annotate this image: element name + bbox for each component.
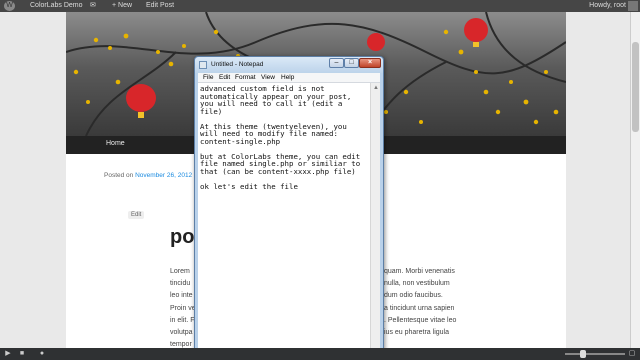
maximize-icon[interactable]: □ bbox=[344, 58, 359, 68]
notepad-titlebar[interactable]: Untitled - Notepad – □ × bbox=[195, 57, 383, 73]
volume-slider-knob[interactable] bbox=[580, 350, 586, 358]
notepad-title: Untitled - Notepad bbox=[211, 61, 264, 68]
edit-post-link[interactable]: Edit bbox=[128, 211, 145, 219]
stop-icon[interactable]: ■ bbox=[18, 350, 26, 358]
admin-bar-new[interactable]: + New bbox=[112, 0, 132, 12]
admin-bar-howdy[interactable]: Howdy, root bbox=[589, 0, 626, 12]
notepad-text-line: content-single.php bbox=[200, 136, 281, 146]
comments-icon[interactable]: ✉ bbox=[90, 0, 96, 12]
media-control-bar: ▶ ■ ● ▢ bbox=[0, 348, 640, 360]
minimize-icon[interactable]: – bbox=[329, 58, 344, 68]
menu-help[interactable]: Help bbox=[281, 73, 294, 83]
admin-bar-site-name[interactable]: ColorLabs Demo bbox=[30, 0, 83, 12]
wordpress-logo-icon[interactable]: W bbox=[4, 1, 15, 11]
admin-bar-edit-post[interactable]: Edit Post bbox=[146, 0, 174, 12]
volume-slider-track[interactable] bbox=[565, 353, 625, 355]
page-scrollbar[interactable] bbox=[630, 12, 640, 348]
admin-bar: W ColorLabs Demo ✉ + New Edit Post Howdy… bbox=[0, 0, 640, 12]
posted-on-label: Posted on bbox=[104, 172, 136, 179]
play-icon[interactable]: ▶ bbox=[4, 350, 12, 358]
notepad-text-line: that (can be content-xxxx.php file) bbox=[200, 166, 356, 176]
post-meta: Posted on November 26, 2012 bbox=[104, 172, 192, 179]
page-scrollbar-thumb[interactable] bbox=[632, 42, 639, 132]
post-body-right-line: nulla, non vestibulum bbox=[384, 280, 450, 288]
post-body-right-line: ius eu pharetra ligula bbox=[384, 329, 449, 337]
notepad-text-area[interactable]: advanced custom field is not automatical… bbox=[198, 83, 370, 360]
nav-home-link[interactable]: Home bbox=[106, 140, 125, 147]
notepad-scrollbar[interactable]: ▲ bbox=[370, 83, 380, 360]
menu-view[interactable]: View bbox=[261, 73, 275, 83]
notepad-text-line: you will need to call it (edit a bbox=[200, 99, 343, 108]
volume-icon[interactable]: ● bbox=[38, 350, 46, 358]
notepad-icon bbox=[199, 61, 207, 69]
menu-format[interactable]: Format bbox=[235, 73, 256, 83]
post-date-link[interactable]: November 26, 2012 bbox=[135, 172, 192, 179]
close-icon[interactable]: × bbox=[359, 58, 381, 68]
post-body-right-line: quam. Morbi venenatis bbox=[384, 268, 455, 275]
notepad-window[interactable]: Untitled - Notepad – □ × File Edit Forma… bbox=[194, 56, 384, 360]
post-body-right: quam. Morbi venenatis nulla, non vestibu… bbox=[384, 266, 534, 339]
post-body-right-line: dum odio faucibus. bbox=[384, 292, 443, 300]
avatar[interactable] bbox=[628, 1, 638, 11]
menu-file[interactable]: File bbox=[203, 73, 213, 83]
notepad-menubar: File Edit Format View Help bbox=[198, 73, 380, 83]
notepad-text-line: ok let's edit the file bbox=[200, 181, 298, 191]
post-body-right-line: a tincidunt urna sapien bbox=[384, 304, 455, 312]
post-body-right-line: . Pellentesque vitae leo bbox=[384, 316, 457, 324]
menu-edit[interactable]: Edit bbox=[219, 73, 230, 83]
notepad-text-line: file) bbox=[200, 106, 223, 116]
scroll-up-arrow-icon[interactable]: ▲ bbox=[373, 85, 379, 91]
fullscreen-icon[interactable]: ▢ bbox=[628, 350, 636, 358]
